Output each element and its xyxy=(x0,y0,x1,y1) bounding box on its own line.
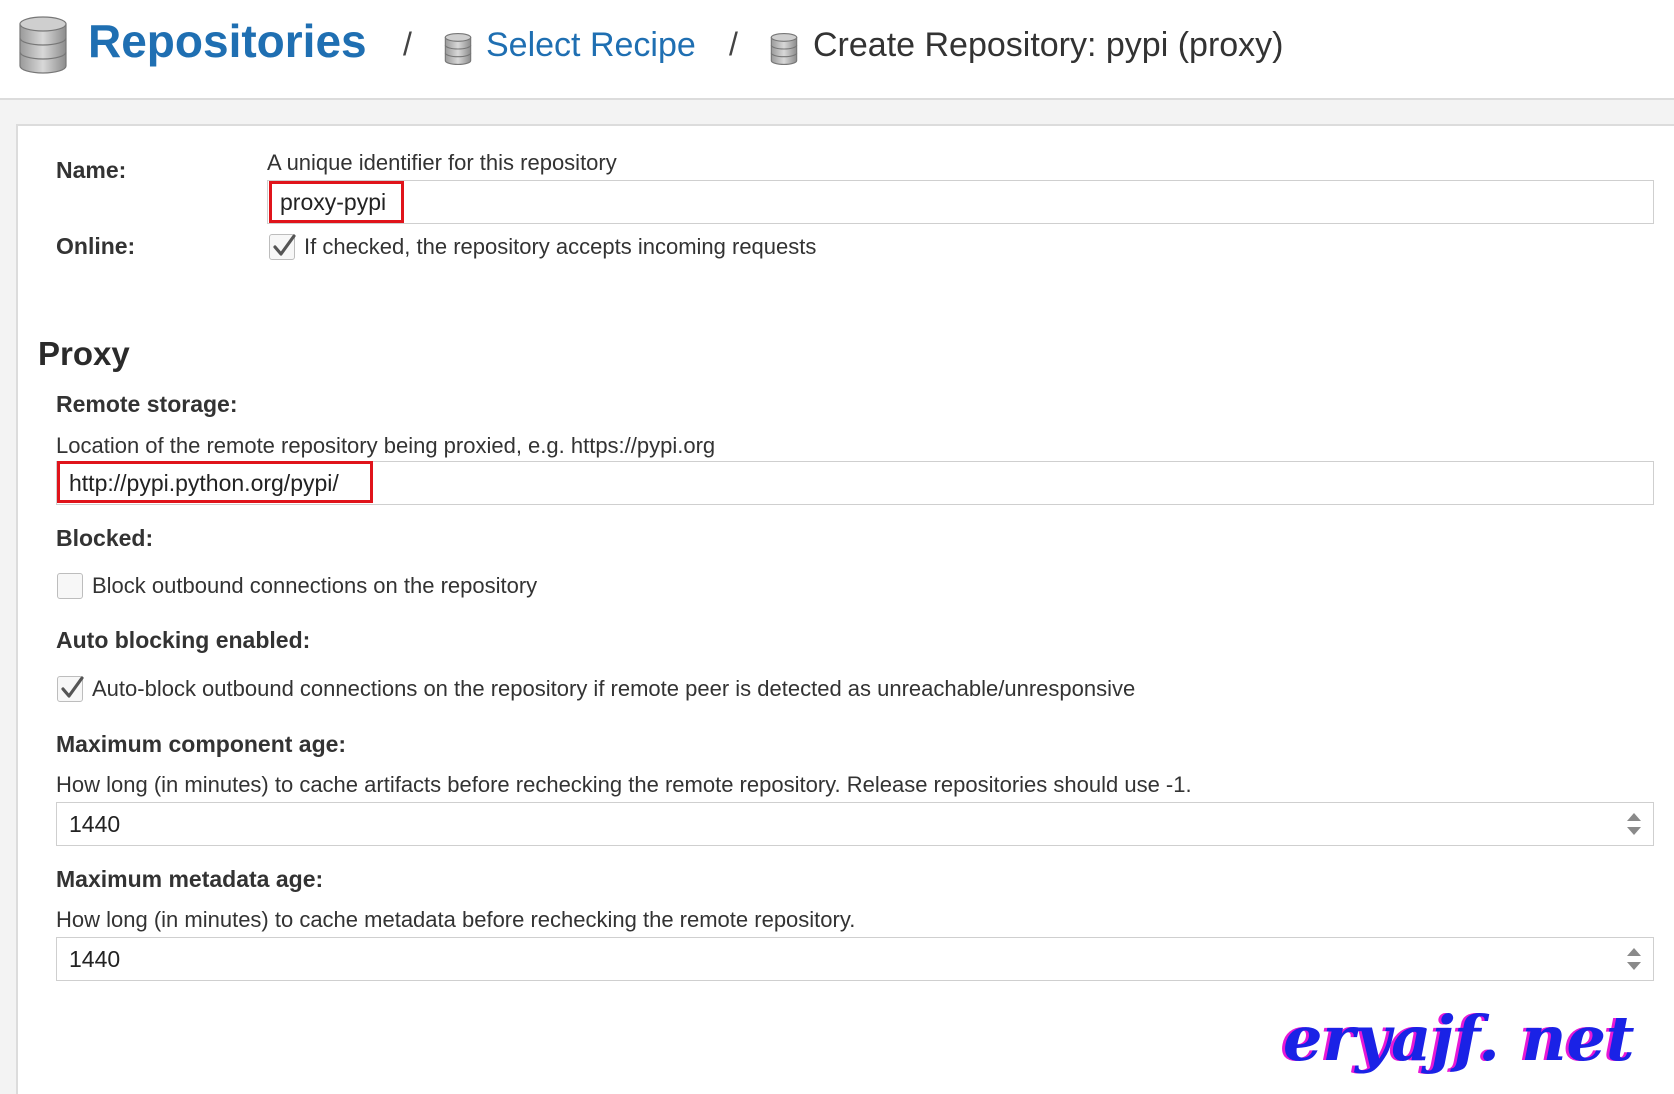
auto-blocking-help-text: Auto-block outbound connections on the r… xyxy=(92,676,1136,701)
create-repository-form: Name: A unique identifier for this repos… xyxy=(16,124,1674,1094)
auto-blocking-checkbox[interactable] xyxy=(57,676,84,702)
proxy-section-title: Proxy xyxy=(38,335,130,372)
remote-storage-highlight xyxy=(57,461,373,503)
max-metadata-age-help-text: How long (in minutes) to cache metadata … xyxy=(56,907,856,932)
online-label: Online: xyxy=(56,233,136,259)
spinner-arrows-icon[interactable] xyxy=(1625,945,1643,973)
checkmark-icon xyxy=(61,676,84,698)
checkmark-icon xyxy=(273,234,296,256)
database-icon xyxy=(770,33,798,70)
max-component-age-value: 1440 xyxy=(69,811,121,837)
blocked-help-text: Block outbound connections on the reposi… xyxy=(92,573,538,598)
breadcrumb-repositories-link[interactable]: Repositories xyxy=(88,14,367,68)
watermark-text: eryajf. net xyxy=(1283,1002,1635,1075)
remote-storage-help-text: Location of the remote repository being … xyxy=(56,433,716,458)
max-metadata-age-input[interactable]: 1440 xyxy=(56,937,1654,981)
remote-storage-label: Remote storage: xyxy=(56,391,238,417)
name-label: Name: xyxy=(56,157,127,183)
breadcrumb: Repositories / Select Recipe / Create Re… xyxy=(0,0,1674,100)
database-icon xyxy=(444,33,472,70)
name-input-highlight xyxy=(269,181,404,223)
blocked-label: Blocked: xyxy=(56,525,154,551)
spinner-arrows-icon[interactable] xyxy=(1625,810,1643,838)
online-checkbox[interactable] xyxy=(269,234,296,260)
name-input[interactable]: proxy-pypi xyxy=(267,180,1654,224)
name-help-text: A unique identifier for this repository xyxy=(267,150,617,175)
online-help-text: If checked, the repository accepts incom… xyxy=(304,234,817,259)
breadcrumb-separator: / xyxy=(403,26,412,62)
max-metadata-age-label: Maximum metadata age: xyxy=(56,866,324,892)
max-metadata-age-value: 1440 xyxy=(69,946,121,972)
breadcrumb-current-page: Create Repository: pypi (proxy) xyxy=(813,26,1284,64)
breadcrumb-separator: / xyxy=(729,26,738,62)
breadcrumb-select-recipe-link[interactable]: Select Recipe xyxy=(486,26,696,65)
max-component-age-help-text: How long (in minutes) to cache artifacts… xyxy=(56,772,1192,797)
database-icon xyxy=(18,16,68,79)
auto-blocking-label: Auto blocking enabled: xyxy=(56,627,311,653)
max-component-age-label: Maximum component age: xyxy=(56,731,347,757)
max-component-age-input[interactable]: 1440 xyxy=(56,802,1654,846)
blocked-checkbox[interactable] xyxy=(57,573,83,599)
